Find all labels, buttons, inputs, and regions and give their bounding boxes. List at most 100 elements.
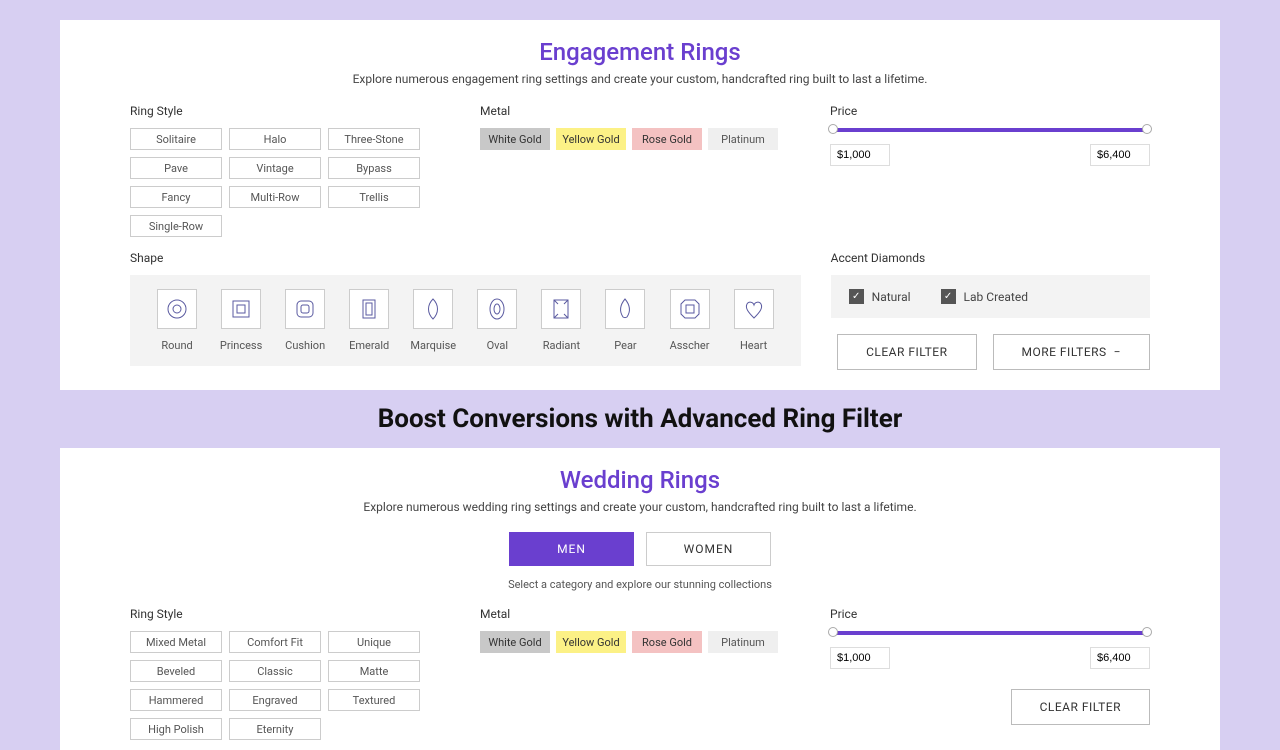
metal-chip[interactable]: White Gold	[480, 631, 550, 653]
accent-box: ✓ Natural ✓ Lab Created	[831, 275, 1150, 318]
price-min-input[interactable]	[830, 144, 890, 166]
style-chip[interactable]: Textured	[328, 689, 420, 711]
price-slider[interactable]	[832, 128, 1148, 132]
price-slider[interactable]	[832, 631, 1148, 635]
shape-item[interactable]: Cushion	[276, 289, 334, 352]
style-chip[interactable]: Classic	[229, 660, 321, 682]
gender-men-button[interactable]: MEN	[509, 532, 634, 566]
ring-style-col: Ring Style Mixed MetalComfort FitUniqueB…	[130, 607, 450, 740]
style-chip[interactable]: Unique	[328, 631, 420, 653]
marquise-shape-icon	[413, 289, 453, 329]
style-chip[interactable]: Fancy	[130, 186, 222, 208]
accent-col: Accent Diamonds ✓ Natural ✓ Lab Created …	[831, 251, 1150, 370]
page-subtitle: Explore numerous engagement ring setting…	[130, 72, 1150, 86]
ring-style-grid: Mixed Metal Comfort Fit Unique Beveled Class…	[130, 631, 450, 740]
accent-natural-checkbox[interactable]: ✓ Natural	[849, 289, 911, 304]
shape-grid: Round PrincessCushionEmeraldMarquiseOvalR…	[130, 275, 801, 366]
style-chip[interactable]: Single-Row	[130, 215, 222, 237]
metal-chip[interactable]: Yellow Gold	[556, 128, 626, 150]
heart-shape-icon	[734, 289, 774, 329]
price-max-input[interactable]	[1090, 144, 1150, 166]
checkmark-icon: ✓	[849, 289, 864, 304]
shape-item[interactable]: Princess	[212, 289, 270, 352]
radiant-shape-icon	[541, 289, 581, 329]
page-subtitle: Explore numerous wedding ring settings a…	[130, 500, 1150, 514]
style-chip[interactable]: Vintage	[229, 157, 321, 179]
style-chip[interactable]: High Polish	[130, 718, 222, 740]
metal-col: Metal White Gold Yellow Gold Rose Gold Plat…	[480, 607, 800, 740]
style-chip[interactable]: Multi-Row	[229, 186, 321, 208]
filter-row: Ring Style Mixed MetalComfort FitUniqueB…	[130, 607, 1150, 740]
emerald-shape-icon	[349, 289, 389, 329]
shape-item[interactable]: Heart	[725, 289, 783, 352]
ring-style-col: Ring Style Solitaire Halo Three-Stone Pave V…	[130, 104, 450, 237]
shape-item[interactable]: Emerald	[340, 289, 398, 352]
clear-filter-button[interactable]: CLEAR FILTER	[837, 334, 976, 370]
price-handle-max[interactable]	[1142, 124, 1152, 134]
metal-chip[interactable]: Yellow Gold	[556, 631, 626, 653]
gender-row: MEN WOMEN	[130, 532, 1150, 566]
shape-item[interactable]: Radiant	[532, 289, 590, 352]
price-min-input[interactable]	[830, 647, 890, 669]
action-row: CLEAR FILTER MORE FILTERS −	[831, 334, 1150, 370]
style-chip[interactable]: Bypass	[328, 157, 420, 179]
filter-row-bottom: Shape Round PrincessCushionEmeraldMarquis…	[130, 251, 1150, 370]
category-note: Select a category and explore our stunni…	[130, 578, 1150, 591]
price-handle-min[interactable]	[828, 627, 838, 637]
shape-name: Round	[161, 339, 192, 352]
metal-chip[interactable]: Platinum	[708, 631, 778, 653]
shape-label: Shape	[130, 251, 801, 265]
wedding-panel: Wedding Rings Explore numerous wedding r…	[60, 448, 1220, 750]
metal-chip[interactable]: White Gold	[480, 128, 550, 150]
metal-grid: White Gold Yellow Gold Rose Gold Platinum	[480, 128, 800, 150]
shape-col: Shape Round PrincessCushionEmeraldMarquis…	[130, 251, 801, 370]
accent-label: Accent Diamonds	[831, 251, 1150, 265]
engagement-panel: Engagement Rings Explore numerous engage…	[60, 20, 1220, 390]
style-chip[interactable]: Beveled	[130, 660, 222, 682]
round-shape-icon	[157, 289, 197, 329]
accent-lab-checkbox[interactable]: ✓ Lab Created	[941, 289, 1028, 304]
metal-chip[interactable]: Rose Gold	[632, 128, 702, 150]
style-chip[interactable]: Solitaire	[130, 128, 222, 150]
more-filters-button[interactable]: MORE FILTERS −	[993, 334, 1151, 370]
metal-chip[interactable]: Platinum	[708, 128, 778, 150]
metal-grid: White Gold Yellow Gold Rose Gold Platinum	[480, 631, 800, 653]
price-handle-max[interactable]	[1142, 627, 1152, 637]
style-chip[interactable]: Halo	[229, 128, 321, 150]
style-chip[interactable]: Engraved	[229, 689, 321, 711]
style-chip[interactable]: Comfort Fit	[229, 631, 321, 653]
metal-label: Metal	[480, 607, 800, 621]
shape-name: Pear	[614, 339, 636, 352]
price-col: Price CLEAR FILTER	[830, 607, 1150, 740]
style-chip[interactable]: Pave	[130, 157, 222, 179]
price-handle-min[interactable]	[828, 124, 838, 134]
gender-women-button[interactable]: WOMEN	[646, 532, 771, 566]
shape-item[interactable]: Asscher	[661, 289, 719, 352]
price-label: Price	[830, 607, 1150, 621]
ring-style-label: Ring Style	[130, 104, 450, 118]
style-chip[interactable]: Hammered	[130, 689, 222, 711]
shape-name: Heart	[740, 339, 767, 352]
style-chip[interactable]: Eternity	[229, 718, 321, 740]
shape-item[interactable]: Pear	[596, 289, 654, 352]
minus-icon: −	[1114, 345, 1121, 359]
accent-lab-label: Lab Created	[964, 290, 1028, 304]
metal-chip[interactable]: Rose Gold	[632, 631, 702, 653]
style-chip[interactable]: Matte	[328, 660, 420, 682]
shape-item[interactable]: Round	[148, 289, 206, 352]
shape-item[interactable]: Oval	[468, 289, 526, 352]
pear-shape-icon	[605, 289, 645, 329]
price-max-input[interactable]	[1090, 647, 1150, 669]
page-title: Wedding Rings	[130, 466, 1150, 494]
style-chip[interactable]: Trellis	[328, 186, 420, 208]
price-inputs	[830, 647, 1150, 669]
oval-shape-icon	[477, 289, 517, 329]
style-chip[interactable]: Three-Stone	[328, 128, 420, 150]
metal-label: Metal	[480, 104, 800, 118]
asscher-shape-icon	[670, 289, 710, 329]
princess-shape-icon	[221, 289, 261, 329]
style-chip[interactable]: Mixed Metal	[130, 631, 222, 653]
ring-style-grid: Solitaire Halo Three-Stone Pave Vintage Bypas…	[130, 128, 450, 237]
shape-item[interactable]: Marquise	[404, 289, 462, 352]
price-inputs	[830, 144, 1150, 166]
